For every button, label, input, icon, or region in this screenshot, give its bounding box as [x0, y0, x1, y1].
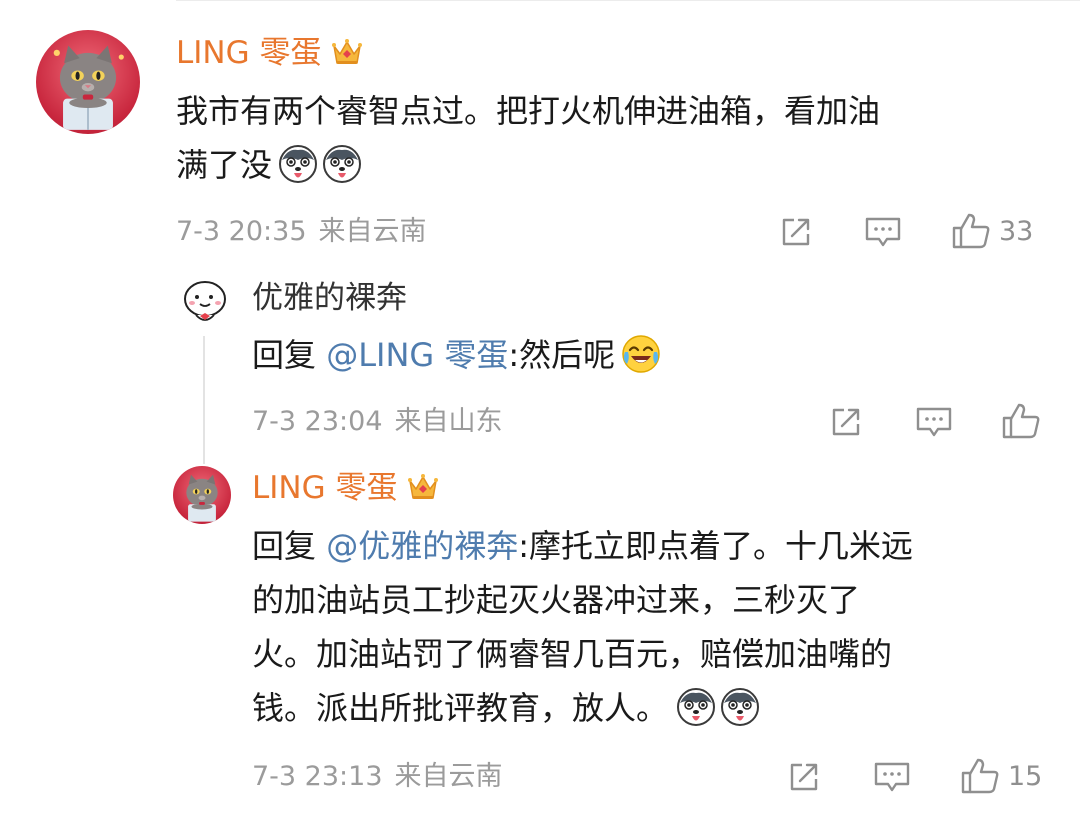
reply-line: 火。加油站罚了俩睿智几百元，赔偿加油嘴的 — [252, 635, 893, 673]
timestamp: 7-3 23:04 — [252, 406, 383, 437]
reply-meta: 7-3 23:13 来自云南 — [252, 759, 503, 795]
crown-icon — [407, 472, 439, 502]
repost-icon — [832, 408, 860, 436]
like-icon — [1002, 403, 1040, 439]
comment-line: 我市有两个睿智点过。把打火机伸进油箱，看加油 — [176, 92, 881, 130]
comment-line-text: 满了没 — [176, 146, 273, 184]
repost-button[interactable] — [778, 214, 814, 250]
timestamp: 7-3 23:13 — [252, 761, 383, 792]
reply-username[interactable]: 优雅的裸奔 — [252, 278, 407, 318]
comment-username[interactable]: LING 零蛋 — [176, 33, 363, 73]
comment-meta: 7-3 20:35 来自云南 — [176, 214, 427, 250]
comment-content: 我市有两个睿智点过。把打火机伸进油箱，看加油 满了没 — [176, 84, 1056, 192]
location: 来自山东 — [394, 406, 503, 437]
like-button[interactable] — [1001, 402, 1041, 440]
like-button[interactable]: 33 — [951, 212, 1033, 250]
reply-content: 回复 @LING 零蛋:然后呢 — [252, 328, 1052, 382]
crown-icon — [331, 37, 363, 67]
mention-link[interactable]: @优雅的裸奔 — [326, 527, 518, 565]
comment-icon — [874, 762, 910, 792]
repost-button[interactable] — [786, 759, 822, 795]
husky-emoji — [676, 687, 716, 727]
comment-button[interactable] — [864, 214, 902, 250]
avatar[interactable] — [178, 275, 232, 329]
reply-line: 钱。派出所批评教育，放人。 — [252, 681, 1062, 735]
repost-button[interactable] — [828, 404, 864, 440]
reply-prefix: 回复 — [252, 527, 327, 565]
reply-meta: 7-3 23:04 来自山东 — [252, 404, 503, 440]
husky-emoji — [322, 144, 362, 184]
like-count: 15 — [1008, 760, 1043, 792]
top-divider — [176, 0, 1080, 1]
avatar[interactable] — [36, 30, 140, 134]
comment-button[interactable] — [915, 404, 953, 440]
like-icon — [952, 213, 990, 249]
reply-text: 钱。派出所批评教育，放人。 — [252, 689, 669, 727]
reply-line: 的加油站员工抄起灭火器冲过来，三秒灭了 — [252, 581, 861, 619]
timestamp: 7-3 20:35 — [176, 216, 307, 247]
husky-emoji — [278, 144, 318, 184]
mention-link[interactable]: @LING 零蛋 — [326, 336, 508, 374]
like-button[interactable]: 15 — [960, 757, 1042, 795]
reply-prefix: 回复 — [252, 336, 327, 374]
location: 来自云南 — [394, 761, 503, 792]
repost-icon — [790, 763, 818, 791]
reply-content: 回复 @优雅的裸奔:摩托立即点着了。十几米远 的加油站员工抄起灭火器冲过来，三秒… — [252, 519, 1062, 735]
username-text[interactable]: LING 零蛋 — [176, 35, 321, 71]
reply-text: :然后呢 — [508, 336, 616, 374]
comment-icon — [865, 217, 901, 247]
reply-line: 回复 @优雅的裸奔:摩托立即点着了。十几米远 — [252, 519, 1062, 573]
repost-icon — [782, 218, 810, 246]
comment-button[interactable] — [873, 759, 911, 795]
username-text[interactable]: LING 零蛋 — [252, 470, 397, 506]
like-count: 33 — [999, 215, 1034, 247]
thread-line — [203, 336, 205, 464]
avatar[interactable] — [173, 466, 231, 524]
laugh-cry-emoji — [621, 334, 661, 374]
reply-text: :摩托立即点着了。十几米远 — [518, 527, 913, 565]
comment-icon — [916, 407, 952, 437]
husky-emoji — [720, 687, 760, 727]
like-icon — [961, 758, 999, 794]
reply-username[interactable]: LING 零蛋 — [252, 468, 439, 508]
comment-line-2: 满了没 — [176, 138, 1056, 192]
location: 来自云南 — [318, 216, 427, 247]
